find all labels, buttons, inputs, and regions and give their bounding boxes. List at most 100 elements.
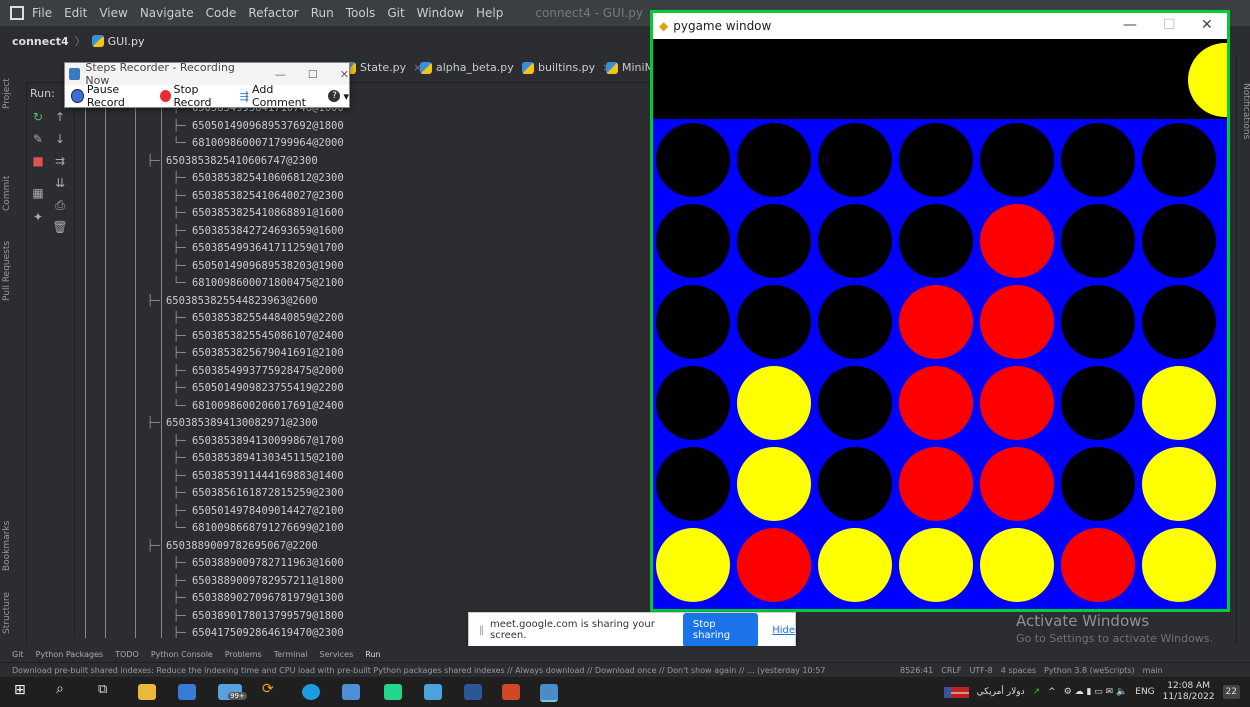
tab-alpha-beta-py[interactable]: alpha_beta.py× [420,61,530,74]
breadcrumb-file[interactable]: GUI.py [108,35,145,48]
menu-run[interactable]: Run [311,6,334,20]
notification-center-icon[interactable]: 22 [1222,685,1240,699]
calendar-icon[interactable] [178,684,196,700]
board-cell-red[interactable] [899,285,973,359]
board-cell-empty[interactable] [737,123,811,197]
board-cell-yellow[interactable] [1142,528,1216,602]
board-cell-empty[interactable] [1061,204,1135,278]
board-cell-yellow[interactable] [899,528,973,602]
scroll-down-icon[interactable]: ↓ [52,132,68,146]
steps-recorder-titlebar[interactable]: Steps Recorder - Recording Now — ☐ ✕ [65,61,349,87]
menu-navigate[interactable]: Navigate [140,6,194,20]
menu-code[interactable]: Code [206,6,237,20]
pin-icon[interactable]: ✦ [30,210,46,224]
print-icon[interactable]: ⎙ [52,198,68,213]
pygame-titlebar[interactable]: ◆ pygame window — ☐ ✕ [653,13,1227,39]
run-console-output[interactable]: ├─ 6503854993641710748@1600 ├─ 6505014909… [75,100,650,638]
soft-wrap-icon[interactable]: ⇉ [52,154,68,168]
board-cell-yellow[interactable] [818,528,892,602]
board-cell-empty[interactable] [1061,123,1135,197]
menu-refactor[interactable]: Refactor [248,6,298,20]
file-explorer-icon[interactable] [138,684,156,700]
board-cell-red[interactable] [899,447,973,521]
help-button[interactable]: ? ▾ [328,90,349,103]
board-cell-empty[interactable] [737,285,811,359]
minimize-icon[interactable]: — [1123,17,1137,33]
board-cell-yellow[interactable] [1142,366,1216,440]
menu-git[interactable]: Git [387,6,404,20]
menu-edit[interactable]: Edit [64,6,87,20]
left-tab-bookmarks[interactable]: Bookmarks [2,511,24,581]
app-swirl-icon[interactable]: ⟳ [262,681,280,697]
board-cell-empty[interactable] [818,285,892,359]
board-cell-empty[interactable] [980,123,1054,197]
left-tab-structure[interactable]: Structure [2,586,24,641]
windows-start-icon[interactable]: ⊞ [14,682,32,698]
trash-icon[interactable]: 🗑 [52,220,68,234]
pygame-taskbar-icon[interactable] [540,684,558,702]
board-cell-empty[interactable] [899,123,973,197]
drag-handle-icon[interactable]: ‖ [479,625,484,636]
tool-tab-git[interactable]: Git [12,650,24,659]
caret-position[interactable]: 8526:41 [900,666,933,675]
pause-record-button[interactable]: Pause Record [71,83,154,109]
pycharm-icon[interactable] [384,684,402,700]
hide-share-link[interactable]: Hide [772,625,795,636]
add-comment-button[interactable]: ⇶ Add Comment [240,83,323,109]
board-cell-empty[interactable] [737,204,811,278]
clock[interactable]: 12:08 AM 11/18/2022 [1163,681,1215,703]
python-interpreter[interactable]: Python 3.8 (weScripts) [1044,666,1135,675]
task-view-icon[interactable]: ⧉ [98,682,116,698]
menu-file[interactable]: File [32,6,52,20]
tray-apps-icon[interactable]: ⚙ ☁ ▮ ▭ ✉ 🔈 [1064,687,1128,697]
breadcrumb-project[interactable]: connect4 [12,35,69,48]
currency-widget[interactable]: دولار أمريكي [977,687,1025,697]
board-cell-empty[interactable] [1061,366,1135,440]
wrench-icon[interactable]: ✎ [30,132,46,146]
app-blue-icon[interactable] [424,684,442,700]
close-icon[interactable]: ✕ [1201,17,1213,33]
board-cell-empty[interactable] [818,123,892,197]
menu-tools[interactable]: Tools [346,6,376,20]
settings-icon[interactable] [342,684,360,700]
board-cell-red[interactable] [737,528,811,602]
indent-setting[interactable]: 4 spaces [1001,666,1036,675]
board-cell-empty[interactable] [1142,285,1216,359]
tool-tab-services[interactable]: Services [320,650,354,659]
board-cell-empty[interactable] [656,204,730,278]
board-cell-empty[interactable] [818,447,892,521]
left-tab-commit[interactable]: Commit [2,166,24,221]
search-icon[interactable]: ⌕ [56,681,74,697]
line-separator[interactable]: CRLF [941,666,961,675]
tool-tab-todo[interactable]: TODO [115,650,139,659]
board-cell-empty[interactable] [818,366,892,440]
menu-window[interactable]: Window [417,6,464,20]
right-tab-notifications[interactable]: Notifications [1237,76,1250,146]
board-cell-empty[interactable] [899,204,973,278]
tool-tab-python-console[interactable]: Python Console [151,650,213,659]
tab-minimax[interactable]: MiniM [606,61,654,74]
board-cell-empty[interactable] [818,204,892,278]
stop-record-button[interactable]: Stop Record [159,83,234,109]
board-cell-red[interactable] [980,366,1054,440]
drop-zone[interactable] [653,39,1227,119]
board-cell-empty[interactable] [1142,204,1216,278]
left-tab-pull-requests[interactable]: Pull Requests [2,231,24,311]
scroll-to-end-icon[interactable]: ⇊ [52,176,68,190]
board-cell-yellow[interactable] [980,528,1054,602]
app-grid-icon[interactable] [502,684,520,700]
tool-tab-python-packages[interactable]: Python Packages [36,650,104,659]
stop-icon[interactable]: ■ [30,154,46,168]
board-cell-empty[interactable] [1142,123,1216,197]
board-cell-empty[interactable] [1061,285,1135,359]
board-cell-red[interactable] [980,447,1054,521]
connect4-board[interactable] [653,119,1227,609]
board-cell-red[interactable] [899,366,973,440]
board-cell-red[interactable] [980,285,1054,359]
tab-builtins-py[interactable]: builtins.py× [522,61,611,74]
stop-sharing-button[interactable]: Stop sharing [682,613,759,647]
layout-icon[interactable]: ▦ [30,186,46,200]
tool-tab-run[interactable]: Run [365,650,380,659]
board-cell-yellow[interactable] [737,447,811,521]
minimize-icon[interactable]: — [275,68,286,81]
